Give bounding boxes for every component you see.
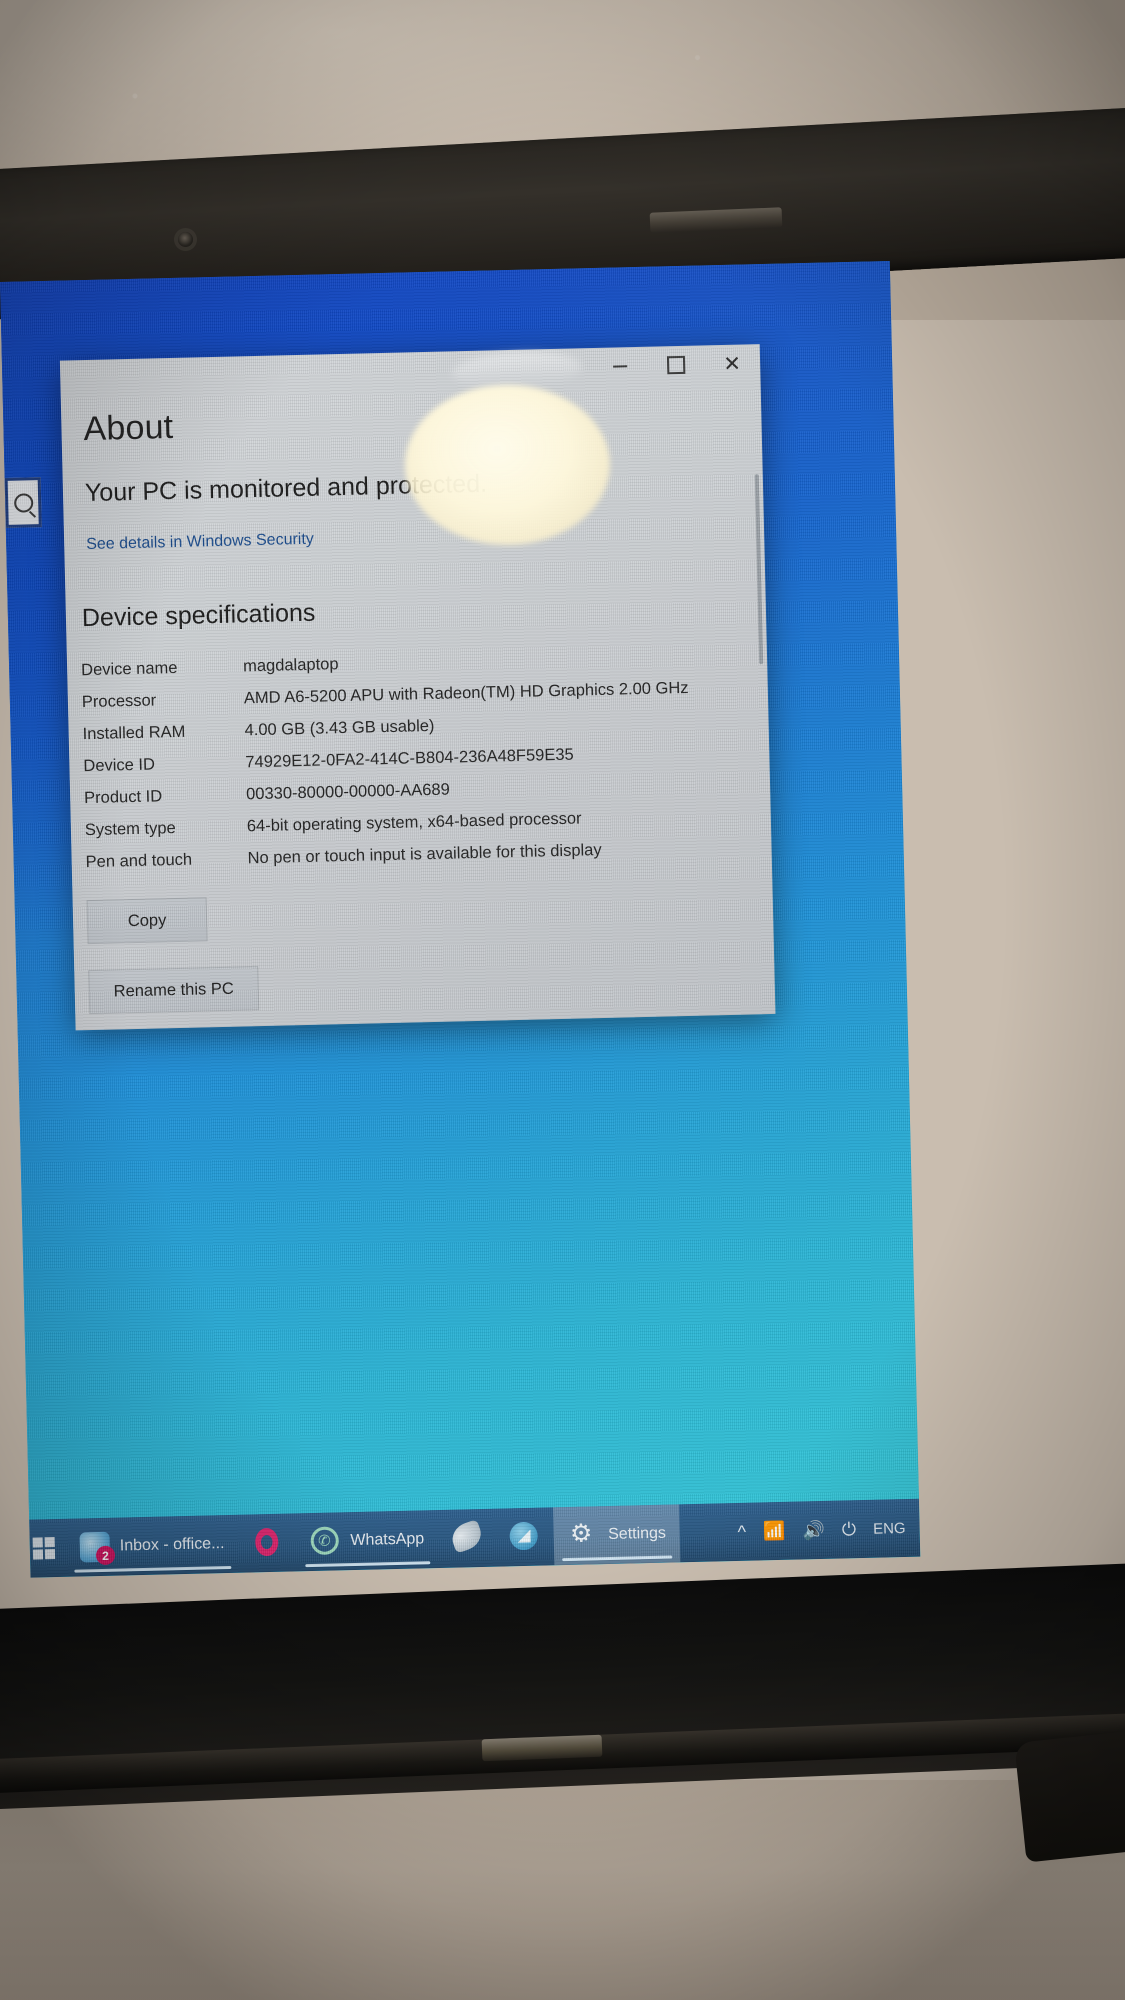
device-specifications-heading: Device specifications	[81, 598, 316, 633]
laptop-screen: ✕ About Your PC is monitored and protect…	[0, 261, 921, 1578]
taskbar-item-whatsapp[interactable]: ✆ WhatsApp	[296, 1510, 439, 1571]
settings-window: ✕ About Your PC is monitored and protect…	[59, 344, 776, 1031]
spec-label: System type	[84, 818, 176, 839]
taskbar-item-label: Inbox - office...	[119, 1535, 225, 1555]
start-button[interactable]	[21, 1519, 66, 1578]
gear-icon: ⚙	[569, 1519, 593, 1548]
minimize-button[interactable]	[592, 347, 649, 386]
taskbar-item-opera[interactable]	[238, 1513, 297, 1572]
device-specs-table: Device name magdalaptop Processor AMD A6…	[81, 641, 693, 879]
system-tray: ^ 📶 🔊 ⏻ ENG	[737, 1499, 920, 1561]
laptop-hinge-right	[1014, 1727, 1125, 1863]
volume-icon[interactable]: 🔊	[802, 1520, 825, 1541]
laptop-photo-scene: ✕ About Your PC is monitored and protect…	[0, 0, 1125, 2000]
whatsapp-icon: ✆	[310, 1526, 341, 1557]
taskbar-item-label: WhatsApp	[350, 1530, 425, 1550]
windows-logo-icon	[32, 1537, 56, 1560]
settings-nav-search-box[interactable]	[4, 477, 42, 528]
spec-label: Product ID	[83, 787, 163, 807]
spec-label: Processor	[81, 691, 157, 712]
protection-status: Your PC is monitored and protected.	[84, 469, 488, 508]
search-icon	[13, 492, 33, 513]
disc-icon	[509, 1521, 541, 1553]
device-specs-body: Device name magdalaptop Processor AMD A6…	[81, 641, 693, 879]
taskbar-item-disc[interactable]	[496, 1507, 555, 1566]
feather-icon	[448, 1519, 486, 1554]
copy-button[interactable]: Copy	[86, 897, 208, 945]
rename-this-pc-button[interactable]: Rename this PC	[88, 966, 260, 1015]
spec-label: Pen and touch	[85, 850, 193, 871]
desk-surface	[0, 1780, 1125, 2000]
maximize-button[interactable]	[648, 345, 705, 384]
spec-label: Device ID	[83, 755, 156, 775]
show-hidden-icons-chevron-up-icon[interactable]: ^	[737, 1522, 746, 1542]
battery-icon[interactable]: ⏻	[842, 1519, 857, 1539]
language-indicator[interactable]: ENG	[873, 1520, 906, 1538]
taskbar-item-feather[interactable]	[438, 1509, 497, 1568]
taskbar-item-label: Settings	[607, 1524, 667, 1544]
taskbar-item-settings[interactable]: ⚙ Settings	[553, 1504, 681, 1566]
windows-security-link[interactable]: See details in Windows Security	[86, 531, 314, 554]
mail-badge-count: 2	[95, 1545, 116, 1566]
mail-icon: 2	[79, 1531, 116, 1566]
base-latch	[481, 1734, 603, 1762]
wifi-icon[interactable]: 📶	[763, 1521, 786, 1542]
spec-label: Device name	[80, 658, 178, 680]
opera-icon	[252, 1527, 283, 1559]
webcam-icon	[178, 232, 193, 247]
spec-label: Installed RAM	[82, 722, 186, 744]
taskbar-item-mail[interactable]: 2 Inbox - office...	[65, 1515, 239, 1577]
settings-content: About Your PC is monitored and protected…	[61, 394, 775, 1015]
close-button[interactable]: ✕	[704, 344, 761, 386]
